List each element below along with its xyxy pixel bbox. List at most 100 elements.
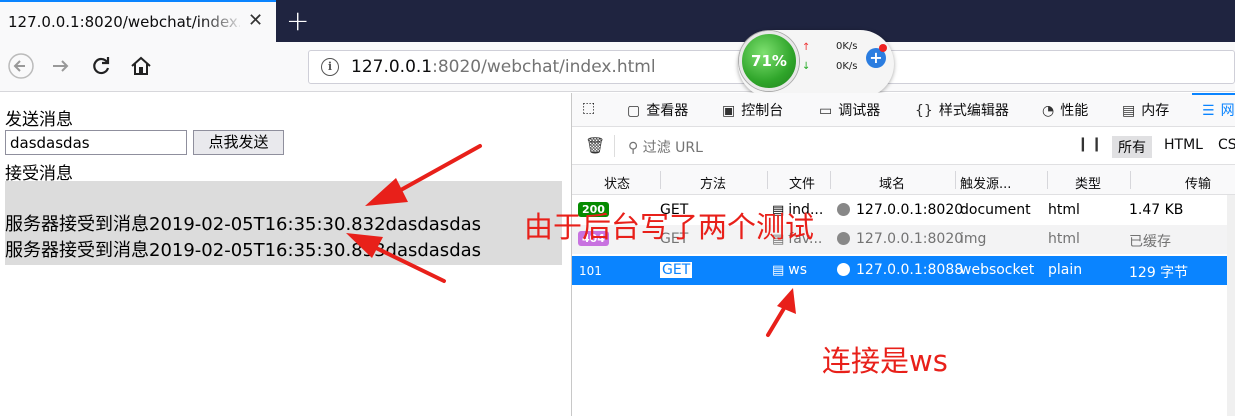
- col-file[interactable]: 文件: [789, 173, 815, 192]
- tab-inspector[interactable]: ▢ 查看器: [627, 100, 688, 120]
- message-input[interactable]: [5, 130, 187, 155]
- devtools-toolbar: ⬚ ▢ 查看器 ▣ 控制台 ▭ 调试器 {} 样式编辑器 ◔ 性能 ▤ 内存 ☰ 网: [572, 93, 1235, 127]
- tab-memory[interactable]: ▤ 内存: [1122, 100, 1169, 120]
- filter-html-button[interactable]: HTML: [1158, 136, 1209, 154]
- request-row-selected[interactable]: 101 GET ▤ ws 127.0.0.1:8088 websocket pla…: [572, 256, 1227, 285]
- request-table-header: 状态 方法 文件 域名 触发源... 类型 传输: [572, 165, 1235, 195]
- speed-percent: 71%: [739, 31, 799, 91]
- request-method-text: GET: [660, 262, 693, 278]
- tab-debugger[interactable]: ▭ 调试器: [819, 100, 880, 120]
- message-line: 服务器接受到消息2019-02-05T16:35:30.832dasdasdas: [5, 214, 482, 235]
- request-file-name: ws: [788, 262, 808, 278]
- globe-icon: [837, 263, 850, 276]
- scrollbar[interactable]: [1227, 195, 1235, 416]
- element-picker-icon[interactable]: ⬚: [582, 100, 595, 116]
- col-divider: [955, 171, 956, 189]
- request-type: html: [1048, 231, 1080, 247]
- clear-trash-icon[interactable]: 🗑: [585, 136, 605, 155]
- request-cause: websocket: [960, 262, 1035, 278]
- console-icon: ▣: [722, 103, 736, 119]
- col-divider: [1047, 171, 1048, 189]
- request-type: plain: [1048, 262, 1083, 278]
- col-divider: [660, 171, 661, 189]
- navigation-bar: i 127.0.0.1:8020/webchat/index.html: [0, 42, 1235, 92]
- request-cause: document: [960, 202, 1031, 218]
- pause-icon[interactable]: ❙❙: [1077, 136, 1104, 152]
- filter-url-input[interactable]: ⚲ 过滤 URL: [628, 137, 703, 157]
- tab-performance-label: 性能: [1060, 103, 1089, 119]
- col-status[interactable]: 状态: [604, 173, 630, 192]
- debugger-icon: ▭: [819, 103, 833, 119]
- tab-console[interactable]: ▣ 控制台: [722, 100, 783, 120]
- network-speed-widget[interactable]: 71% ↑ ↓ 0K/s 0K/s +: [738, 30, 894, 98]
- new-tab-button[interactable]: +: [286, 4, 309, 37]
- tab-debugger-label: 调试器: [838, 103, 881, 119]
- tab-memory-label: 内存: [1141, 103, 1170, 119]
- back-icon[interactable]: [8, 53, 34, 85]
- url-path: :8020/webchat/index.html: [432, 57, 656, 77]
- annotation-two-tests: 由于后台写了两个测试: [524, 210, 815, 244]
- request-domain-text: 127.0.0.1:8020: [856, 231, 964, 247]
- filter-all-button[interactable]: 所有: [1112, 136, 1152, 158]
- request-domain: 127.0.0.1:8020: [837, 202, 963, 218]
- col-divider: [830, 171, 831, 189]
- tab-performance[interactable]: ◔ 性能: [1042, 100, 1088, 120]
- filter-icon: ⚲: [628, 140, 643, 156]
- request-domain-text: 127.0.0.1:8088: [856, 262, 964, 278]
- request-transferred: 已缓存: [1129, 234, 1171, 250]
- col-domain[interactable]: 域名: [879, 173, 905, 192]
- download-rate: 0K/s: [836, 61, 858, 72]
- tab-console-label: 控制台: [741, 103, 784, 119]
- site-info-icon[interactable]: i: [321, 58, 339, 76]
- tab-network-label: 网: [1220, 103, 1235, 119]
- col-type[interactable]: 类型: [1075, 173, 1101, 192]
- upload-rate: 0K/s: [836, 41, 858, 52]
- browser-tab[interactable]: 127.0.0.1:8020/webchat/index.html ✕: [0, 0, 276, 42]
- tab-style-editor-label: 样式编辑器: [938, 103, 1009, 119]
- tab-title-fade: [200, 8, 245, 36]
- globe-icon: [837, 232, 850, 245]
- globe-icon: [837, 203, 850, 216]
- network-filter-bar: 🗑 ⚲ 过滤 URL ❙❙ 所有 HTML CSS: [572, 127, 1235, 165]
- message-line: 服务器接受到消息2019-02-05T16:35:30.833dasdasdas: [5, 240, 482, 261]
- upload-arrow-icon: ↑: [802, 42, 811, 53]
- request-domain: 127.0.0.1:8020: [837, 231, 963, 247]
- download-arrow-icon: ↓: [802, 61, 811, 72]
- col-method[interactable]: 方法: [700, 173, 726, 192]
- file-icon: ▤: [772, 263, 785, 278]
- inspector-icon: ▢: [627, 103, 641, 119]
- request-file: ▤ ws: [772, 262, 807, 278]
- tab-strip: 127.0.0.1:8020/webchat/index.html ✕ +: [0, 0, 1235, 42]
- memory-icon: ▤: [1122, 103, 1136, 119]
- tab-style-editor[interactable]: {} 样式编辑器: [915, 100, 1009, 120]
- notification-dot: [879, 44, 887, 52]
- active-tab-indicator: [1192, 93, 1235, 95]
- home-icon[interactable]: [128, 53, 154, 85]
- request-domain: 127.0.0.1:8088: [837, 262, 963, 278]
- forward-icon[interactable]: [48, 53, 74, 85]
- request-type: html: [1048, 202, 1080, 218]
- reload-icon[interactable]: [88, 53, 114, 85]
- request-domain-text: 127.0.0.1:8020: [856, 202, 964, 218]
- send-button[interactable]: 点我发送: [193, 130, 284, 155]
- col-cause[interactable]: 触发源...: [960, 173, 1011, 192]
- col-divider: [1130, 171, 1131, 189]
- close-tab-icon[interactable]: ✕: [248, 10, 263, 31]
- col-divider: [767, 171, 768, 189]
- tab-network[interactable]: ☰ 网: [1202, 100, 1235, 120]
- send-label: 发送消息: [5, 110, 73, 130]
- status-code: 101: [579, 264, 602, 278]
- divider: [614, 135, 615, 157]
- style-editor-icon: {}: [915, 103, 933, 119]
- filter-css-button[interactable]: CSS: [1212, 136, 1235, 154]
- col-transferred[interactable]: 传输: [1185, 173, 1211, 192]
- request-transferred: 129 字节: [1129, 265, 1189, 281]
- performance-icon: ◔: [1042, 103, 1055, 119]
- request-cause: img: [960, 231, 987, 247]
- request-method: GET: [660, 262, 693, 278]
- filter-placeholder: 过滤 URL: [642, 140, 703, 156]
- network-icon: ☰: [1202, 103, 1215, 119]
- url-text: 127.0.0.1:8020/webchat/index.html: [351, 57, 656, 77]
- tab-inspector-label: 查看器: [646, 103, 689, 119]
- message-box: 服务器接受到消息2019-02-05T16:35:30.832dasdasdas…: [5, 181, 562, 265]
